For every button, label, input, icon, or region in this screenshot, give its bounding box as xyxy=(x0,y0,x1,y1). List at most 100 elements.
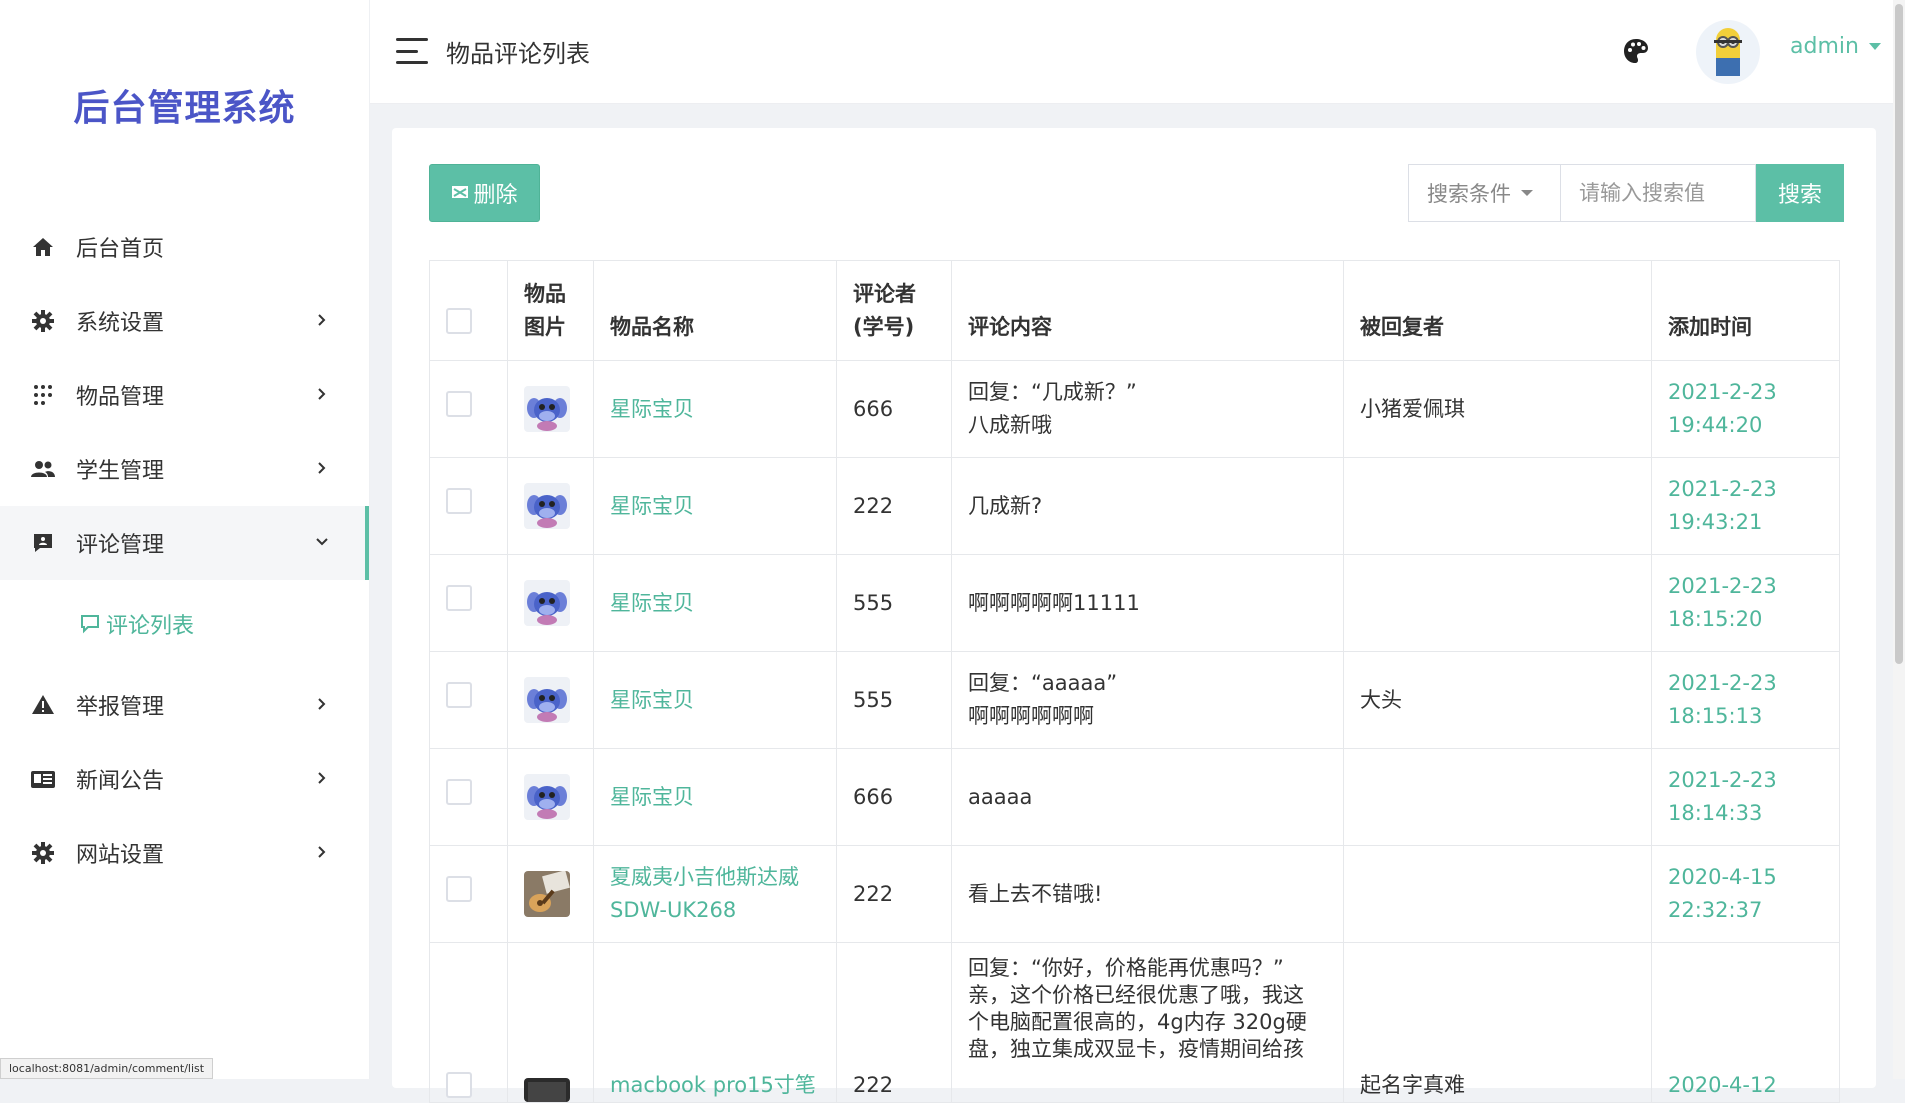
comment-content: 回复：“几成新？” 八成新哦 xyxy=(951,360,1344,458)
sidebar-item-label: 后台首页 xyxy=(76,237,165,262)
select-all-checkbox[interactable] xyxy=(446,308,472,334)
avatar[interactable] xyxy=(1696,20,1760,84)
search-input[interactable] xyxy=(1560,164,1756,222)
app-logo: 后台管理系统 xyxy=(73,88,296,129)
item-thumbnail xyxy=(524,386,570,432)
sidebar-item-reports[interactable]: 举报管理 xyxy=(0,668,369,742)
row-checkbox[interactable] xyxy=(446,488,472,514)
comment-content: 啊啊啊啊啊11111 xyxy=(951,554,1344,652)
chevron-right-icon xyxy=(312,768,332,788)
col-header-name: 物品名称 xyxy=(593,260,837,361)
users-icon xyxy=(30,456,56,482)
sidebar: 后台管理系统 后台首页 系统设置 物品管理 学生管理 评论管理 评论列表 举报管… xyxy=(0,0,370,1079)
sidebar-item-goods[interactable]: 物品管理 xyxy=(0,358,369,432)
comment-content: 看上去不错哦! xyxy=(951,845,1344,943)
caret-down-icon xyxy=(1868,43,1881,50)
search-bar: 搜索条件 搜索 xyxy=(1408,164,1844,222)
item-thumbnail xyxy=(524,871,570,917)
replied-user: 小猪爱佩琪 xyxy=(1343,360,1652,458)
scrollbar[interactable] xyxy=(1893,0,1905,1079)
col-header-replied: 被回复者 xyxy=(1343,260,1652,361)
row-checkbox[interactable] xyxy=(446,585,472,611)
row-checkbox[interactable] xyxy=(446,876,472,902)
comment-content: aaaaa xyxy=(951,748,1344,846)
delete-icon xyxy=(451,184,469,202)
news-icon xyxy=(30,766,56,792)
chevron-down-icon xyxy=(312,532,332,552)
row-checkbox[interactable] xyxy=(446,1072,472,1098)
item-thumbnail xyxy=(524,677,570,723)
row-checkbox[interactable] xyxy=(446,391,472,417)
sidebar-item-comments[interactable]: 评论管理 xyxy=(0,506,369,580)
item-thumbnail xyxy=(524,774,570,820)
replied-user xyxy=(1343,554,1652,652)
added-time: 2021-2-23 18:15:20 xyxy=(1651,554,1840,652)
item-name-link[interactable]: 星际宝贝 xyxy=(593,651,837,749)
menu-toggle-icon[interactable] xyxy=(396,38,428,64)
delete-button[interactable]: 删除 xyxy=(429,164,540,222)
item-thumbnail xyxy=(524,580,570,626)
gear-icon xyxy=(30,308,56,334)
browser-status-url: localhost:8081/admin/comment/list xyxy=(0,1058,214,1079)
table-row: 夏威夷小吉他斯达威 SDW-UK268 222 看上去不错哦! 2020-4-15… xyxy=(429,845,1840,943)
commenter-id: 666 xyxy=(836,360,952,458)
replied-user xyxy=(1343,457,1652,555)
chat-icon xyxy=(80,614,100,634)
palette-icon[interactable] xyxy=(1622,37,1650,65)
chevron-right-icon xyxy=(312,458,332,478)
search-button[interactable]: 搜索 xyxy=(1756,164,1844,222)
sidebar-item-home[interactable]: 后台首页 xyxy=(0,210,369,284)
grid-dots-icon xyxy=(30,382,56,408)
topbar: 物品评论列表 admin xyxy=(370,0,1905,104)
table-row: 星际宝贝 555 回复：“aaaaa” 啊啊啊啊啊啊 大头 2021-2-23 18… xyxy=(429,651,1840,749)
user-menu[interactable]: admin xyxy=(1790,34,1881,59)
gear-icon xyxy=(30,840,56,866)
caret-down-icon xyxy=(1521,190,1533,196)
content-card: 删除 搜索条件 搜索 物品图片 物品名称 评论者(学号) 评论内容 被回复者 添… xyxy=(392,128,1876,1103)
table-row: 星际宝贝 555 啊啊啊啊啊11111 2021-2-23 18:15:20 xyxy=(429,554,1840,652)
table-row: 星际宝贝 666 aaaaa 2021-2-23 18:14:33 xyxy=(429,748,1840,846)
sidebar-item-system-settings[interactable]: 系统设置 xyxy=(0,284,369,358)
item-name-link[interactable]: 夏威夷小吉他斯达威 SDW-UK268 xyxy=(593,845,837,943)
item-thumbnail xyxy=(524,483,570,529)
row-checkbox[interactable] xyxy=(446,682,472,708)
added-time: 2021-2-23 19:43:21 xyxy=(1651,457,1840,555)
row-checkbox[interactable] xyxy=(446,779,472,805)
commenter-id: 222 xyxy=(836,845,952,943)
sidebar-item-site-settings[interactable]: 网站设置 xyxy=(0,816,369,890)
commenter-id: 555 xyxy=(836,651,952,749)
comment-icon xyxy=(30,530,56,556)
item-thumbnail xyxy=(524,1078,570,1102)
item-name-link[interactable]: 星际宝贝 xyxy=(593,748,837,846)
item-name-link[interactable]: 星际宝贝 xyxy=(593,554,837,652)
added-time: 2021-2-23 19:44:20 xyxy=(1651,360,1840,458)
warning-icon xyxy=(30,692,56,718)
home-icon xyxy=(30,234,56,260)
item-name-link[interactable]: 星际宝贝 xyxy=(593,360,837,458)
page-title: 物品评论列表 xyxy=(446,40,590,68)
replied-user xyxy=(1343,748,1652,846)
added-time: 2020-4-15 22:32:37 xyxy=(1651,845,1840,943)
commenter-id: 222 xyxy=(836,457,952,555)
replied-user xyxy=(1343,845,1652,943)
col-header-image: 物品 图片 xyxy=(507,260,594,361)
table-row: 星际宝贝 666 回复：“几成新？” 八成新哦 小猪爱佩琪 2021-2-23 19… xyxy=(429,360,1840,458)
chevron-right-icon xyxy=(312,384,332,404)
replied-user: 大头 xyxy=(1343,651,1652,749)
delete-button-label: 删除 xyxy=(473,183,518,208)
search-condition-select[interactable]: 搜索条件 xyxy=(1408,164,1560,222)
chevron-right-icon xyxy=(312,842,332,862)
added-time: 2021-2-23 18:15:13 xyxy=(1651,651,1840,749)
sidebar-subitem-comment-list[interactable]: 评论列表 xyxy=(0,580,369,668)
added-time: 2021-2-23 18:14:33 xyxy=(1651,748,1840,846)
sidebar-item-students[interactable]: 学生管理 xyxy=(0,432,369,506)
table-header-row: 物品 图片 物品名称 评论者 (学号) 评论内容 被回复者 添加时间 xyxy=(429,260,1840,361)
scrollbar-thumb[interactable] xyxy=(1895,4,1903,664)
comments-table: 物品 图片 物品名称 评论者 (学号) 评论内容 被回复者 添加时间 星际宝贝 66… xyxy=(429,260,1840,1103)
commenter-id: 666 xyxy=(836,748,952,846)
table-row: 星际宝贝 222 几成新? 2021-2-23 19:43:21 xyxy=(429,457,1840,555)
sidebar-subitem-label: 评论列表 xyxy=(106,614,195,639)
chevron-right-icon xyxy=(312,310,332,330)
sidebar-item-news[interactable]: 新闻公告 xyxy=(0,742,369,816)
item-name-link[interactable]: 星际宝贝 xyxy=(593,457,837,555)
